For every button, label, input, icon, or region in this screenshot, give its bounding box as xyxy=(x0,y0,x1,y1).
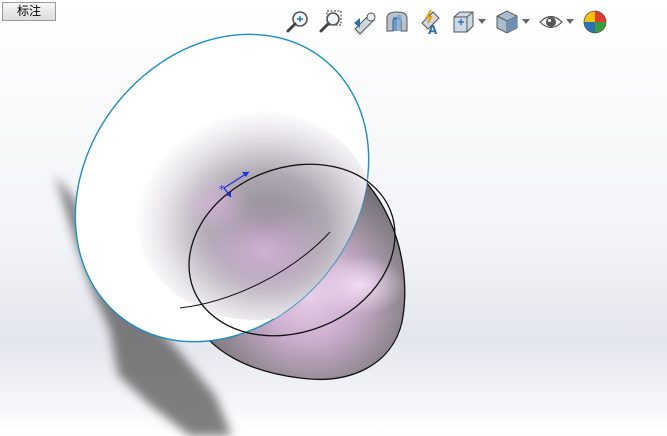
display-style-icon xyxy=(496,10,518,34)
dynamic-annotation-views-icon: A xyxy=(421,9,440,35)
hide-show-items-button[interactable] xyxy=(536,7,566,37)
section-view-icon xyxy=(386,11,408,32)
previous-view-icon xyxy=(354,12,376,35)
graphics-viewport[interactable]: * 标注 A xyxy=(0,0,667,436)
display-style-button[interactable] xyxy=(492,7,522,37)
model-scene[interactable]: * xyxy=(0,0,667,436)
hide-show-items-icon xyxy=(539,15,563,29)
dynamic-annotation-views-button[interactable]: A xyxy=(415,7,445,37)
zoom-to-fit-icon xyxy=(286,11,308,33)
chevron-down-icon xyxy=(566,19,574,24)
edit-appearance-icon xyxy=(583,10,607,34)
annotation-tab[interactable]: 标注 xyxy=(2,2,56,21)
zoom-to-area-button[interactable] xyxy=(316,7,346,37)
svg-text:*: * xyxy=(219,183,225,196)
view-orientation-button[interactable] xyxy=(448,7,478,37)
previous-view-button[interactable] xyxy=(349,7,379,37)
view-orientation-icon xyxy=(453,11,474,33)
svg-text:A: A xyxy=(428,23,438,35)
zoom-to-area-icon xyxy=(319,10,342,33)
chevron-down-icon xyxy=(478,19,486,24)
section-view-button[interactable] xyxy=(382,7,412,37)
heads-up-view-toolbar: A xyxy=(283,6,613,38)
chevron-down-icon xyxy=(522,19,530,24)
view-orientation-dropdown[interactable] xyxy=(477,7,487,37)
edit-appearance-button[interactable] xyxy=(580,7,610,37)
display-style-dropdown[interactable] xyxy=(521,7,531,37)
zoom-to-fit-button[interactable] xyxy=(283,7,313,37)
hide-show-items-dropdown[interactable] xyxy=(565,7,575,37)
